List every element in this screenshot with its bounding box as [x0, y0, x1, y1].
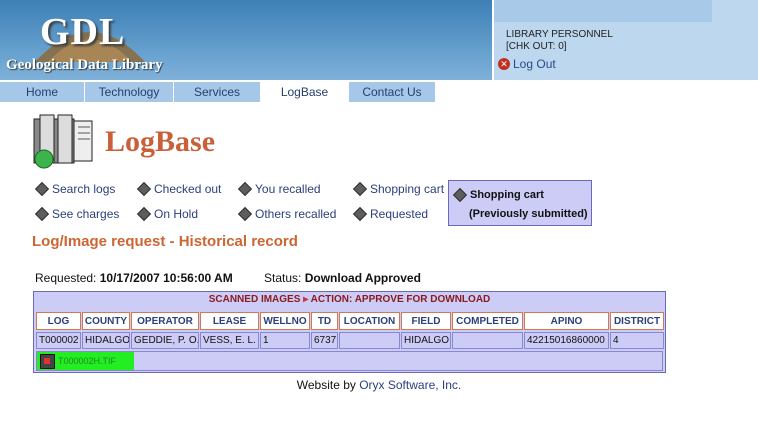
page-title: LogBase	[105, 125, 216, 158]
logout-link[interactable]: ✕ Log Out	[498, 57, 556, 71]
header: GDL Geological Data Library LIBRARY PERS…	[0, 0, 758, 80]
column-header: DISTRICT	[610, 312, 664, 330]
table-cell-field: HIDALGO	[401, 332, 451, 349]
column-header: WELLNO	[260, 312, 310, 330]
link-label: Others recalled	[255, 207, 337, 221]
tab-technology[interactable]: Technology	[85, 82, 174, 102]
table-cell-apino: 42215016860000	[524, 332, 609, 349]
tab-services[interactable]: Services	[174, 82, 261, 102]
checkout-count: [CHK OUT: 0]	[506, 41, 567, 52]
status-info: Status: Download Approved	[264, 271, 421, 285]
table-cell-td: 6737	[311, 332, 338, 349]
banner-right: ACTION: APPROVE FOR DOWNLOAD	[310, 294, 491, 305]
logbase-icon	[33, 114, 93, 169]
column-header: COUNTY	[82, 312, 130, 330]
logout-icon: ✕	[498, 58, 510, 70]
link-label: Shopping cart	[470, 189, 544, 201]
column-header: APINO	[524, 312, 609, 330]
diamond-bullet-icon	[136, 206, 152, 222]
image-file-row: T000002H.TIF	[36, 351, 663, 371]
table-cell-completed	[452, 332, 523, 349]
footer: Website by Oryx Software, Inc.	[0, 378, 758, 392]
requested-label: Requested:	[35, 271, 97, 285]
column-header: OPERATOR	[131, 312, 199, 330]
column-header: TD	[311, 312, 338, 330]
record-table: SCANNED IMAGES ▸ ACTION: APPROVE FOR DOW…	[33, 291, 666, 373]
selected-link-line1: Shopping cart	[452, 187, 544, 203]
logo-subtitle: Geological Data Library	[6, 57, 163, 73]
column-header: LOG	[36, 312, 81, 330]
user-panel-topbar	[494, 0, 712, 22]
link-label: Requested	[370, 207, 429, 221]
link-label: Shopping cart	[370, 182, 445, 196]
diamond-bullet-icon	[352, 181, 368, 197]
requested-info: Requested: 10/17/2007 10:56:00 AM	[35, 271, 233, 285]
link-label: See charges	[52, 207, 120, 221]
you-recalled-link[interactable]: You recalled	[237, 181, 321, 197]
footer-prefix: Website by	[296, 378, 356, 392]
image-file-label: T000002H.TIF	[58, 356, 117, 366]
column-header: LOCATION	[339, 312, 400, 330]
table-cell-location	[339, 332, 400, 349]
logo[interactable]: GDL Geological Data Library	[0, 0, 492, 80]
column-header: LEASE	[200, 312, 259, 330]
tab-logbase[interactable]: LogBase	[261, 82, 349, 102]
banner-left: SCANNED IMAGES	[208, 294, 301, 305]
image-file-icon	[40, 353, 55, 369]
user-name: LIBRARY PERSONNEL	[506, 29, 613, 40]
tab-label: Home	[25, 85, 58, 99]
on-hold-link[interactable]: On Hold	[136, 206, 199, 222]
table-cell-wellno: 1	[260, 332, 310, 349]
tab-label: Technology	[98, 85, 160, 99]
tab-home[interactable]: Home	[0, 82, 85, 102]
table-cell-log: T000002	[36, 332, 81, 349]
table-cell-county: HIDALGO	[82, 332, 130, 349]
footer-link[interactable]: Oryx Software, Inc.	[359, 378, 461, 392]
tab-label: Contact Us	[362, 85, 422, 99]
others-recalled-link[interactable]: Others recalled	[237, 206, 337, 222]
diamond-bullet-icon	[237, 206, 253, 222]
table-banner: SCANNED IMAGES ▸ ACTION: APPROVE FOR DOW…	[34, 294, 665, 305]
tab-label: Services	[193, 85, 240, 99]
search-logs-link[interactable]: Search logs	[34, 181, 116, 197]
logout-label: Log Out	[513, 57, 556, 71]
user-panel: LIBRARY PERSONNEL [CHK OUT: 0] ✕ Log Out	[494, 0, 758, 80]
table-cell-district: 4	[610, 332, 664, 349]
tab-contact-us[interactable]: Contact Us	[349, 82, 436, 102]
link-label: Search logs	[52, 182, 116, 196]
image-file-link[interactable]: T000002H.TIF	[37, 352, 134, 370]
link-label: You recalled	[255, 182, 321, 196]
column-header: FIELD	[401, 312, 451, 330]
column-header: COMPLETED	[452, 312, 523, 330]
shopping-cart-submitted-link[interactable]: Shopping cart (Previously submitted)	[448, 180, 592, 226]
link-label: Checked out	[154, 182, 222, 196]
requested-link[interactable]: Requested	[352, 206, 429, 222]
selected-link-line2: (Previously submitted)	[469, 208, 588, 220]
link-label: On Hold	[154, 207, 199, 221]
main-nav: Home Technology Services LogBase Contact…	[0, 82, 758, 102]
tab-label: LogBase	[280, 85, 329, 99]
arrow-right-icon: ▸	[303, 294, 309, 305]
table-cell-lease: VESS, E. L.	[200, 332, 259, 349]
diamond-bullet-icon	[452, 187, 468, 203]
page-heading: Log/Image request - Historical record	[32, 233, 298, 250]
status-value: Download Approved	[304, 271, 421, 285]
status-label: Status:	[264, 271, 302, 285]
requested-value: 10/17/2007 10:56:00 AM	[99, 271, 233, 285]
see-charges-link[interactable]: See charges	[34, 206, 120, 222]
diamond-bullet-icon	[237, 181, 253, 197]
shopping-cart-link[interactable]: Shopping cart	[352, 181, 445, 197]
diamond-bullet-icon	[352, 206, 368, 222]
diamond-bullet-icon	[136, 181, 152, 197]
logo-text: GDL	[40, 11, 126, 53]
checked-out-link[interactable]: Checked out	[136, 181, 222, 197]
table-cell-operator: GEDDIE, P. O.	[131, 332, 199, 349]
diamond-bullet-icon	[34, 181, 50, 197]
diamond-bullet-icon	[34, 206, 50, 222]
